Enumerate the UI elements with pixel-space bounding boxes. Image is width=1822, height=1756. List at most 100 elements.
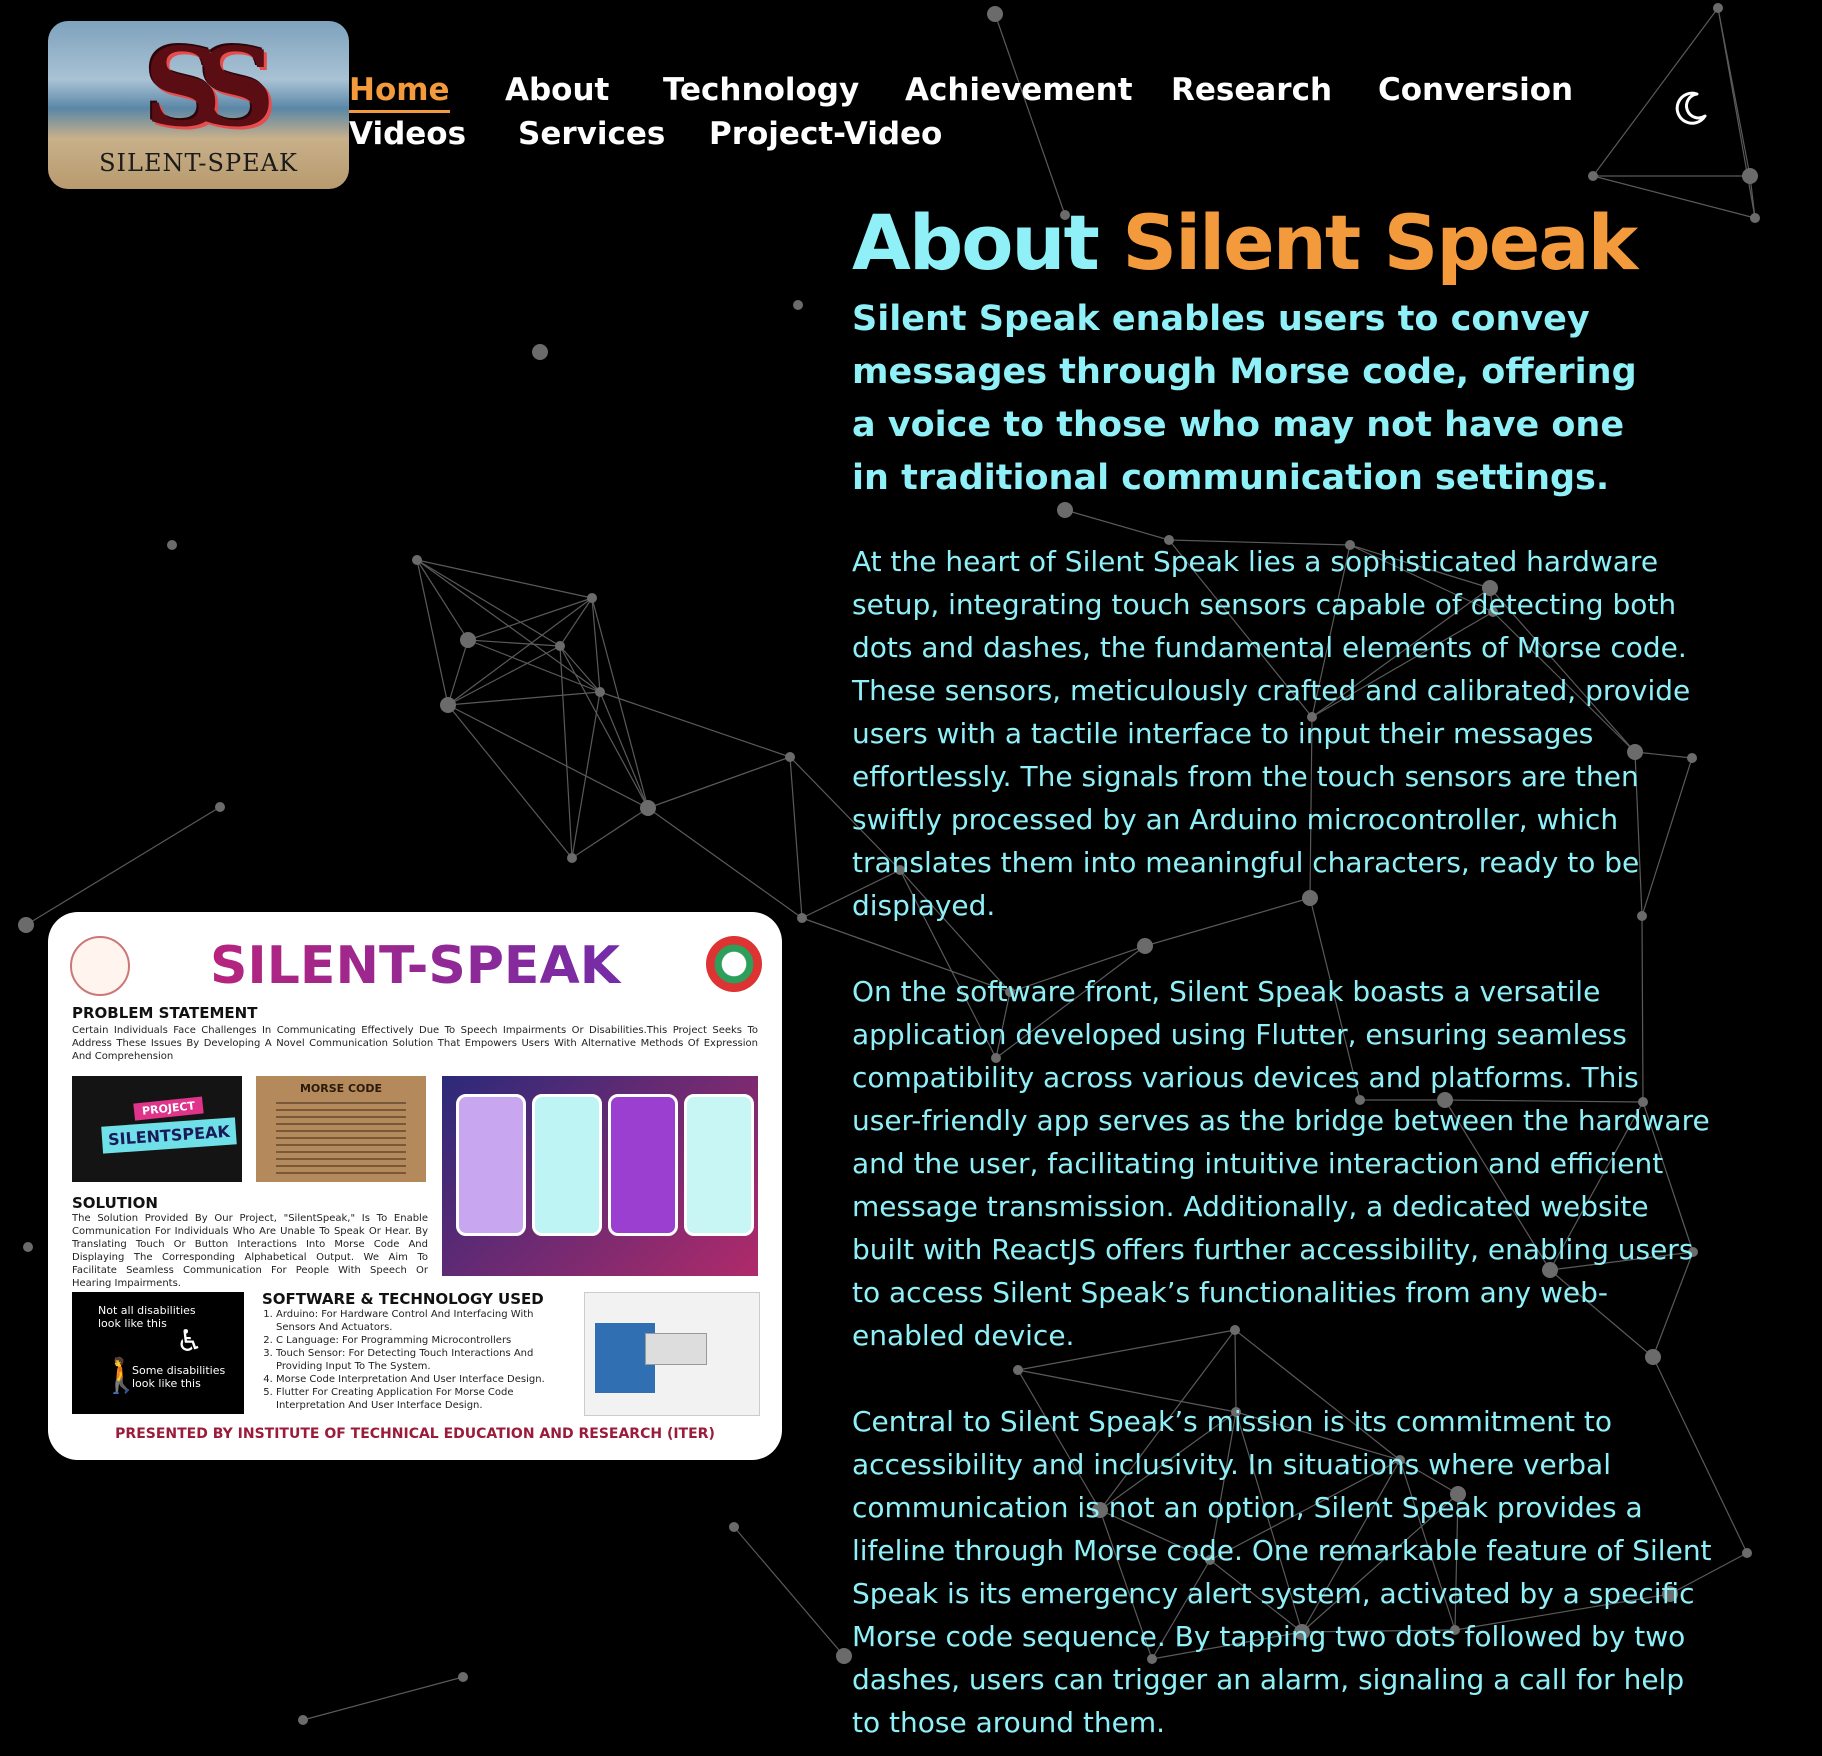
app-screen-3: [608, 1094, 678, 1236]
network-node: [18, 917, 34, 933]
poster-footer: PRESENTED BY INSTITUTE OF TECHNICAL EDUC…: [115, 1426, 715, 1442]
network-link: [647, 807, 803, 919]
morse-code-table: [276, 1102, 406, 1174]
network-link: [647, 756, 791, 809]
network-node: [587, 593, 597, 603]
network-node: [298, 1715, 308, 1725]
network-node: [215, 802, 225, 812]
tech-item: Morse Code Interpretation And User Inter…: [276, 1373, 548, 1386]
nav-technology[interactable]: Technology: [663, 72, 859, 108]
network-link: [447, 704, 573, 859]
tech-item: C Language: For Programming Microcontrol…: [276, 1334, 548, 1347]
app-screen-4: [684, 1094, 754, 1236]
network-link: [559, 645, 573, 859]
network-node: [440, 697, 456, 713]
network-link: [571, 807, 649, 859]
about-lead: Silent Speak enables users to convey mes…: [852, 299, 1637, 498]
nav-videos[interactable]: Videos: [349, 116, 466, 152]
tech-item: Flutter For Creating Application For Mor…: [276, 1386, 548, 1412]
network-node: [167, 540, 177, 550]
nav-about[interactable]: About: [505, 72, 609, 108]
network-link: [447, 597, 593, 706]
network-node: [1742, 168, 1758, 184]
nav-services[interactable]: Services: [518, 116, 665, 152]
network-node: [793, 300, 803, 310]
poster-title: SILENT-SPEAK: [48, 936, 782, 996]
network-node: [532, 344, 548, 360]
wheelchair-icon: ♿: [176, 1324, 203, 1359]
network-node: [1713, 3, 1723, 13]
network-node: [987, 6, 1003, 22]
network-link: [25, 806, 221, 926]
project-poster: SILENT-SPEAK PROBLEM STATEMENT Certain I…: [48, 912, 782, 1460]
network-link: [733, 1526, 845, 1657]
network-link: [302, 1676, 464, 1721]
network-node: [729, 1522, 739, 1532]
disabilities-graphic: Not all disabilities look like this Some…: [72, 1292, 244, 1414]
network-node: [1742, 1548, 1752, 1558]
poster-solution-text: The Solution Provided By Our Project, "S…: [72, 1213, 428, 1289]
network-link: [416, 559, 469, 641]
network-node: [1750, 213, 1760, 223]
network-link: [416, 559, 449, 706]
app-screen-1: [456, 1094, 526, 1236]
network-link: [994, 13, 1066, 216]
person-icon: 🚶: [100, 1356, 143, 1396]
network-node: [1013, 1365, 1023, 1375]
app-screen-2: [532, 1094, 602, 1236]
network-node: [595, 687, 605, 697]
tech-item: Touch Sensor: For Detecting Touch Intera…: [276, 1347, 548, 1373]
nav-research[interactable]: Research: [1171, 72, 1332, 108]
network-link: [559, 645, 649, 809]
morse-code-chart: MORSE CODE: [256, 1076, 426, 1182]
about-heading-part1: About: [852, 198, 1100, 287]
network-link: [1717, 7, 1756, 219]
breadboard: [645, 1333, 707, 1365]
network-node: [567, 853, 577, 863]
nav-conversion[interactable]: Conversion: [1378, 72, 1573, 108]
poster-problem-heading: PROBLEM STATEMENT: [72, 1004, 258, 1022]
nav-achievement[interactable]: Achievement: [905, 72, 1133, 108]
about-paragraph-mission: Central to Silent Speak’s mission is its…: [852, 1405, 1712, 1739]
network-node: [785, 752, 795, 762]
logo-mark: SS: [143, 25, 276, 151]
network-link: [789, 756, 803, 919]
network-node: [458, 1672, 468, 1682]
network-node: [797, 913, 807, 923]
network-node: [412, 555, 422, 565]
tech-item: Arduino: For Hardware Control And Interf…: [276, 1308, 548, 1334]
morse-code-heading: MORSE CODE: [299, 1082, 383, 1095]
about-heading: About Silent Speak: [852, 198, 1638, 287]
poster-tech-list: Arduino: For Hardware Control And Interf…: [262, 1308, 548, 1412]
logo-wordmark: SILENT-SPEAK: [99, 149, 298, 177]
project-badge-main: SILENTSPEAK: [101, 1117, 237, 1154]
nav-project-video[interactable]: Project-Video: [709, 116, 942, 152]
network-node: [555, 641, 565, 651]
network-link: [467, 597, 593, 641]
network-link: [559, 597, 593, 647]
network-link: [447, 704, 649, 809]
circuit-screenshot: [584, 1292, 760, 1416]
nav-home[interactable]: Home: [349, 72, 450, 113]
project-badge: PROJECT SILENTSPEAK: [72, 1076, 242, 1182]
network-link: [1064, 509, 1170, 541]
moon-icon[interactable]: [1671, 88, 1711, 128]
network-link: [447, 645, 561, 706]
about-paragraph-hardware: At the heart of Silent Speak lies a soph…: [852, 545, 1691, 922]
poster-tech-heading: SOFTWARE & TECHNOLOGY USED: [262, 1290, 544, 1308]
site-logo[interactable]: SS SILENT-SPEAK: [48, 21, 349, 189]
network-node: [1137, 938, 1153, 954]
disabilities-line-2: Some disabilities look like this: [132, 1364, 226, 1390]
network-node: [836, 1648, 852, 1664]
about-paragraph-software: On the software front, Silent Speak boas…: [852, 975, 1710, 1352]
about-heading-part2: Silent Speak: [1122, 198, 1638, 287]
network-link: [599, 691, 649, 809]
app-screenshots: [442, 1076, 758, 1276]
poster-solution-heading: SOLUTION: [72, 1194, 158, 1212]
network-link: [591, 597, 649, 809]
network-link: [559, 645, 601, 693]
network-link: [599, 691, 791, 758]
network-link: [447, 639, 469, 706]
network-node: [640, 800, 656, 816]
project-badge-top: PROJECT: [133, 1096, 204, 1121]
